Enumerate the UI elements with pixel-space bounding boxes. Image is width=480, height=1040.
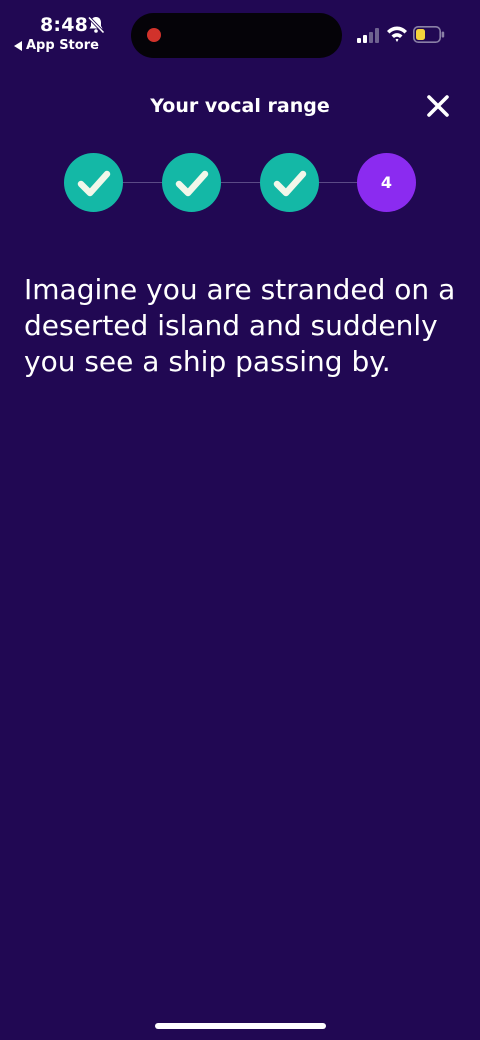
stepper-connector-line <box>94 182 386 183</box>
battery-icon <box>413 26 445 43</box>
checkmark-icon <box>273 170 306 196</box>
status-bar: 8:48 App Store <box>0 0 480 64</box>
back-app-label: App Store <box>26 38 99 53</box>
recording-indicator-icon <box>147 28 161 42</box>
progress-stepper: 4 <box>64 153 416 213</box>
back-to-app-store-button[interactable]: App Store <box>14 38 99 53</box>
checkmark-icon <box>77 170 110 196</box>
step-2-complete <box>162 153 221 212</box>
bell-slash-icon <box>87 16 105 34</box>
step-1-complete <box>64 153 123 212</box>
page-title: Your vocal range <box>150 95 330 117</box>
dynamic-island <box>131 13 342 58</box>
cellular-signal-icon <box>357 28 379 43</box>
step-4-current: 4 <box>357 153 416 212</box>
home-indicator[interactable] <box>155 1023 326 1029</box>
checkmark-icon <box>175 170 208 196</box>
question-prompt: Imagine you are stranded on a deserted i… <box>24 273 456 378</box>
close-icon[interactable] <box>424 92 452 120</box>
step-3-complete <box>260 153 319 212</box>
back-triangle-icon <box>14 40 22 51</box>
wifi-icon <box>387 26 407 42</box>
step-number: 4 <box>380 173 393 192</box>
status-time: 8:48 <box>40 14 89 36</box>
